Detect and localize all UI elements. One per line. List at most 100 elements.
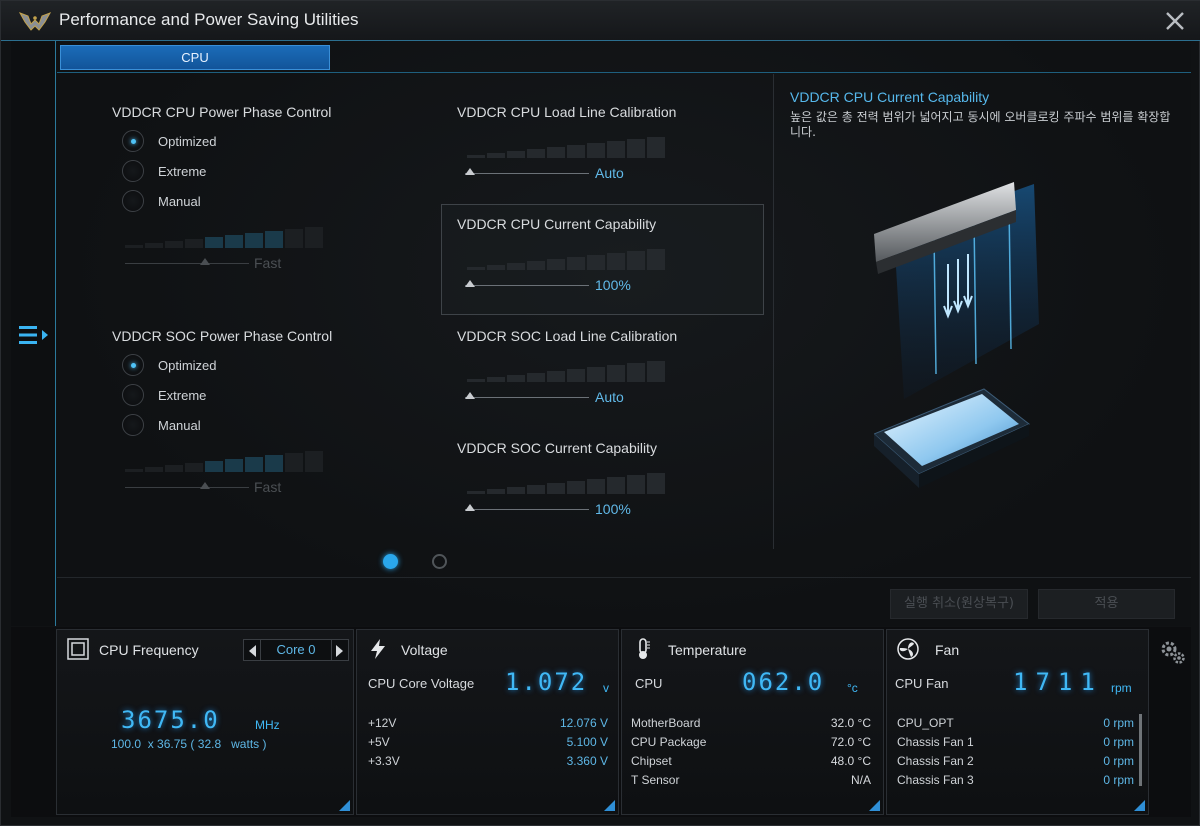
voltage-row-value: 3.360 V	[566, 754, 608, 768]
fan-unit: rpm	[1111, 681, 1132, 695]
radio-indicator	[122, 414, 144, 436]
slider-thumb[interactable]	[465, 392, 475, 399]
primary-label: CPU Core Voltage	[368, 676, 475, 691]
radio-label: Optimized	[158, 357, 217, 373]
cpu-current-level-bars	[467, 242, 665, 270]
cpu-phase-level-bars	[125, 220, 323, 248]
cpu-phase-optimized-radio[interactable]: Optimized	[122, 129, 217, 153]
tab-cpu[interactable]: CPU	[60, 45, 330, 70]
times-sign: x	[147, 737, 154, 751]
soc-phase-slider-value: Fast	[254, 479, 282, 495]
frequency-detail: 100.0 x 36.75 ( 32.8 watts )	[111, 737, 266, 751]
fan-row-label: Chassis Fan 1	[897, 735, 974, 749]
cpu-core-voltage-value: 1.072	[505, 668, 588, 696]
watts-open: (	[190, 737, 195, 751]
radio-indicator	[122, 190, 144, 212]
slider-thumb[interactable]	[200, 482, 210, 489]
chevron-left-icon[interactable]	[249, 645, 256, 657]
temp-row-value: 32.0 °C	[830, 716, 871, 730]
primary-label: CPU Fan	[895, 676, 949, 691]
temp-row-value: N/A	[850, 773, 871, 787]
radio-indicator	[122, 160, 144, 182]
core-selector-value: Core 0	[276, 642, 316, 657]
cpu-chip-illustration	[874, 182, 1039, 488]
soc-current-slider[interactable]	[465, 503, 589, 517]
soc-llc-slider[interactable]	[465, 391, 589, 405]
expand-corner-icon[interactable]	[604, 800, 615, 811]
menu-expand-icon[interactable]	[17, 323, 51, 347]
soc-current-value: 100%	[595, 501, 631, 517]
cpu-fan-speed-value: 1711	[1013, 668, 1103, 696]
close-icon[interactable]	[1163, 9, 1187, 33]
temperature-unit: °c	[847, 681, 858, 695]
slider-thumb[interactable]	[465, 280, 475, 287]
fan-panel[interactable]: Fan CPU Fan 1711 rpm CPU_OPT 0 rpm Chass…	[886, 629, 1149, 815]
fan-row-value: 0 rpm	[1103, 773, 1134, 787]
watts-unit: watts )	[231, 737, 267, 751]
info-title: VDDCR CPU Current Capability	[790, 89, 990, 105]
cpu-phase-slider[interactable]	[125, 257, 249, 271]
slider-thumb[interactable]	[465, 168, 475, 175]
undo-button[interactable]: 실행 취소(원상복구)	[890, 589, 1028, 619]
radio-label: Extreme	[158, 387, 207, 403]
side-rail	[11, 41, 56, 626]
soc-phase-level-bars	[125, 444, 323, 472]
soc-phase-optimized-radio[interactable]: Optimized	[122, 353, 217, 377]
chevron-right-icon[interactable]	[336, 645, 343, 657]
info-description: 높은 값은 총 전력 범위가 넓어지고 동시에 오버클로킹 주파수 범위를 확장…	[790, 110, 1171, 139]
radio-label: Manual	[158, 193, 201, 209]
gear-icon[interactable]	[1158, 637, 1188, 667]
radio-label: Optimized	[158, 133, 217, 149]
temp-row-label: Chipset	[631, 754, 672, 768]
soc-phase-manual-radio[interactable]: Manual	[122, 413, 201, 437]
panel-title: Voltage	[401, 642, 448, 658]
cpu-llc-title: VDDCR CPU Load Line Calibration	[457, 104, 677, 120]
apply-button[interactable]: 적용	[1038, 589, 1175, 619]
cpu-llc-slider[interactable]	[465, 167, 589, 181]
tab-bar: CPU	[57, 41, 1191, 73]
soc-current-level-bars	[467, 466, 665, 494]
monitor-bar: CPU Frequency Core 0 3675.0 MHz 100.0 x …	[11, 627, 1191, 817]
fan-row-label: Chassis Fan 3	[897, 773, 974, 787]
soc-phase-extreme-radio[interactable]: Extreme	[122, 383, 206, 407]
temp-row-label: CPU Package	[631, 735, 707, 749]
soc-llc-title: VDDCR SOC Load Line Calibration	[457, 328, 678, 344]
cpu-temperature-value: 062.0	[742, 668, 825, 696]
expand-corner-icon[interactable]	[339, 800, 350, 811]
expand-corner-icon[interactable]	[869, 800, 880, 811]
core-selector[interactable]: Core 0	[243, 639, 349, 661]
temp-row-label: T Sensor	[631, 773, 680, 787]
cpu-current-value: 100%	[595, 277, 631, 293]
slider-thumb[interactable]	[200, 258, 210, 265]
page-dot-2[interactable]	[432, 554, 447, 569]
fan-list-scrollbar[interactable]	[1139, 714, 1142, 786]
cpu-phase-extreme-radio[interactable]: Extreme	[122, 159, 206, 183]
window-title: Performance and Power Saving Utilities	[59, 10, 359, 29]
primary-label: CPU	[635, 676, 663, 691]
cpu-current-slider[interactable]	[465, 279, 589, 293]
temperature-panel[interactable]: Temperature CPU 062.0 °c MotherBoard 32.…	[621, 629, 884, 815]
bclk-value: 100.0	[111, 737, 142, 751]
slider-thumb[interactable]	[465, 504, 475, 511]
voltage-row-label: +12V	[368, 716, 397, 730]
fan-row-value: 0 rpm	[1103, 735, 1134, 749]
fan-row-label: Chassis Fan 2	[897, 754, 974, 768]
voltage-panel[interactable]: Voltage CPU Core Voltage 1.072 v +12V 12…	[356, 629, 619, 815]
cpu-frequency-panel[interactable]: CPU Frequency Core 0 3675.0 MHz 100.0 x …	[56, 629, 354, 815]
cpu-current-title: VDDCR CPU Current Capability	[457, 216, 657, 232]
tuf-logo-icon	[19, 12, 51, 31]
expand-corner-icon[interactable]	[1134, 800, 1145, 811]
thermometer-icon	[639, 638, 650, 659]
temp-row-label: MotherBoard	[631, 716, 701, 730]
lightning-icon	[371, 639, 385, 659]
radio-indicator	[122, 130, 144, 152]
cpu-phase-manual-radio[interactable]: Manual	[122, 189, 201, 213]
page-dot-1[interactable]	[383, 554, 398, 569]
fan-row-value: 0 rpm	[1103, 716, 1134, 730]
cpu-phase-title: VDDCR CPU Power Phase Control	[112, 104, 332, 120]
panel-title: Temperature	[668, 642, 747, 658]
frequency-unit: MHz	[255, 718, 280, 732]
soc-phase-slider[interactable]	[125, 481, 249, 495]
voltage-row-label: +5V	[368, 735, 390, 749]
voltage-row-value: 12.076 V	[559, 716, 608, 730]
